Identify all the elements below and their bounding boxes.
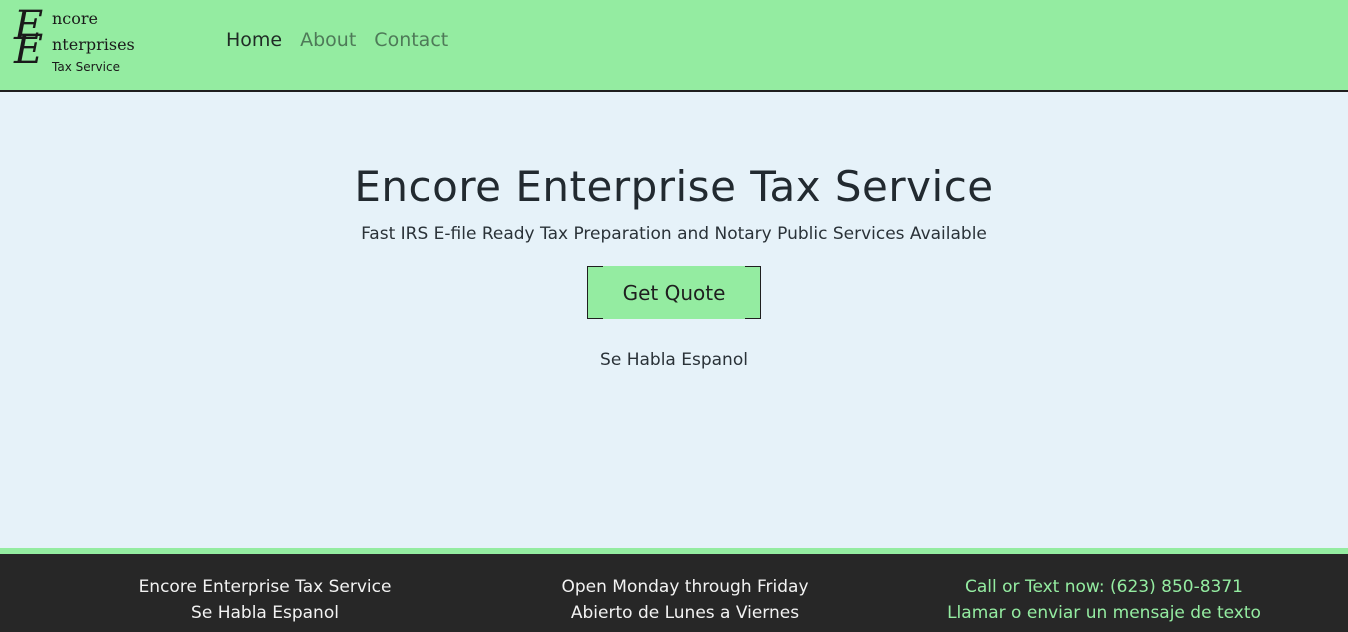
footer-column-hours: Open Monday through Friday Abierto de Lu… <box>515 574 855 626</box>
button-corner-top-left <box>587 266 603 267</box>
spanish-note: Se Habla Espanol <box>600 350 748 370</box>
button-corner-top-right <box>745 266 761 267</box>
footer-spanish-note: Se Habla Espanol <box>191 603 339 623</box>
nav-home-link[interactable]: Home <box>226 29 282 51</box>
logo-word-1: ncore <box>52 9 99 28</box>
get-quote-label: Get Quote <box>622 280 726 305</box>
site-footer: Encore Enterprise Tax Service Se Habla E… <box>0 554 1348 632</box>
nav-contact-link[interactable]: Contact <box>374 29 448 51</box>
footer-column-contact: Call or Text now: (623) 850-8371 Llamar … <box>934 574 1274 626</box>
hero-section: Encore Enterprise Tax Service Fast IRS E… <box>0 92 1348 548</box>
brand-logo[interactable]: E ncore E nterprises Tax Service <box>12 6 142 78</box>
footer-hours-spanish: Abierto de Lunes a Viernes <box>570 603 800 623</box>
main-nav: Home About Contact <box>226 29 448 51</box>
button-corner-bottom-left <box>587 318 603 319</box>
hero-tagline: Fast IRS E-file Ready Tax Preparation an… <box>361 224 987 244</box>
footer-contact-spanish: Llamar o enviar un mensaje de texto <box>947 603 1261 623</box>
logo-subtitle: Tax Service <box>52 60 120 74</box>
footer-hours-english: Open Monday through Friday <box>561 577 809 597</box>
footer-phone-link[interactable]: Call or Text now: (623) 850-8371 <box>934 574 1274 600</box>
logo-word-2: nterprises <box>52 35 135 54</box>
footer-business-name: Encore Enterprise Tax Service <box>138 577 392 597</box>
site-header: E ncore E nterprises Tax Service Home Ab… <box>0 0 1348 92</box>
footer-column-business: Encore Enterprise Tax Service Se Habla E… <box>95 574 435 626</box>
hero-title: Encore Enterprise Tax Service <box>354 162 994 211</box>
logo-initial-2: E <box>14 27 44 73</box>
button-corner-bottom-right <box>745 318 761 319</box>
nav-about-link[interactable]: About <box>300 29 356 51</box>
get-quote-button[interactable]: Get Quote <box>587 266 761 319</box>
